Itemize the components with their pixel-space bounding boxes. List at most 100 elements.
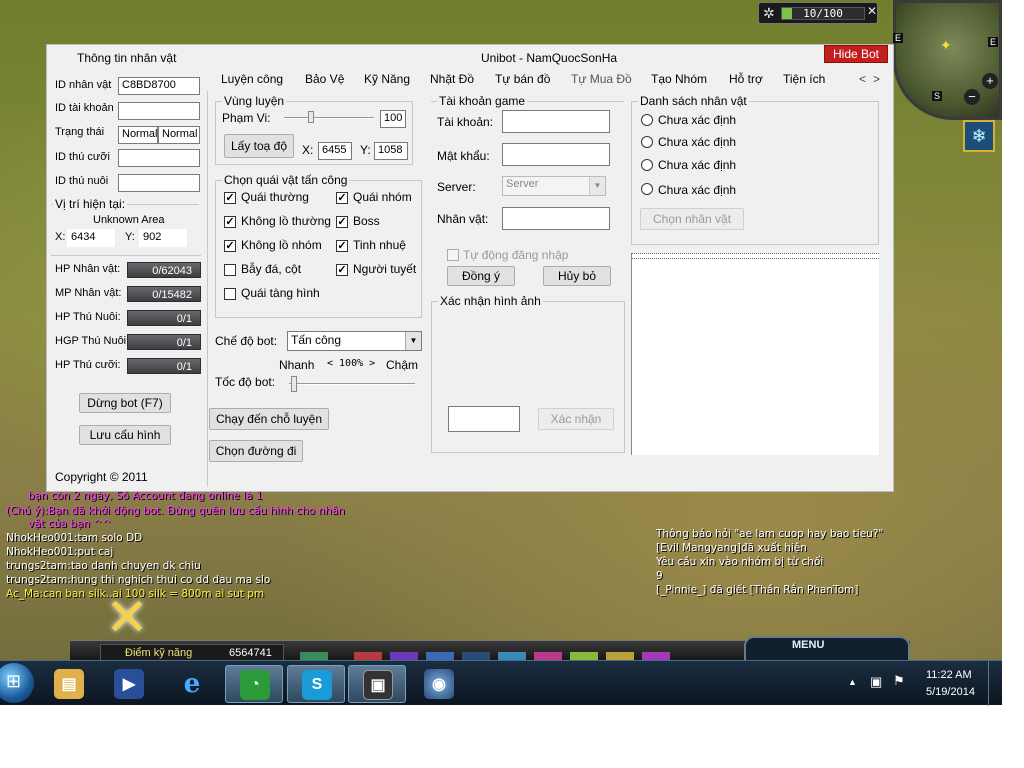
pos-y-field[interactable]: 902 [139,229,187,247]
monster-label[interactable]: Không lồ nhóm [241,238,322,252]
monster-checkbox[interactable]: ✓ [224,192,236,204]
char-item[interactable]: Chưa xác định [658,183,736,197]
game-taskbar-button[interactable]: ▣ [348,665,406,703]
bot-app-taskbar-button[interactable]: ◔ [225,665,283,703]
log-panel[interactable] [631,253,879,455]
pet-field[interactable] [118,174,200,192]
captcha-input[interactable] [448,406,520,432]
accept-button[interactable]: Đồng ý [447,266,515,286]
monster-checkbox[interactable] [224,264,236,276]
char-item[interactable]: Chưa xác định [658,113,736,127]
explorer-taskbar-button[interactable]: ▤ [40,665,98,703]
hud-hp-bar: 10/100 [781,7,865,20]
server-select[interactable]: Server ▼ [502,176,606,196]
tab-party[interactable]: Tạo Nhóm [651,72,707,86]
zoom-in-icon[interactable]: + [982,73,998,89]
select-path-button[interactable]: Chọn đường đi [209,440,303,462]
tab-auto-buy[interactable]: Tự Mua Đồ [571,72,632,86]
network-icon[interactable]: ▣ [870,674,882,690]
globe-taskbar-button[interactable]: ◉ [410,665,468,703]
select-char-button[interactable]: Chọn nhân vật [640,208,744,230]
skype-taskbar-button[interactable]: S [287,665,345,703]
character-input[interactable] [502,207,610,230]
captcha-confirm-button[interactable]: Xác nhận [538,408,614,430]
monster-checkbox[interactable]: ✓ [336,240,348,252]
char-radio[interactable] [641,159,653,171]
char-radio[interactable] [641,183,653,195]
pos-y-label: Y: [125,231,135,243]
tab-auto-sell[interactable]: Tự bán đồ [495,72,550,86]
monster-label[interactable]: Quái thường [241,190,309,204]
divider [51,255,201,256]
gear-icon[interactable]: ✲ [763,5,775,22]
monster-label[interactable]: Bẫy đá, cột [241,262,301,276]
hide-bot-button[interactable]: Hide Bot [824,45,888,63]
start-button[interactable]: ⊞ [0,663,34,703]
range-slider-thumb[interactable] [308,111,314,123]
username-input[interactable] [502,110,610,133]
skill-buff-icon[interactable]: ❄ [963,120,995,152]
tab-utilities[interactable]: Tiện ích [783,72,825,86]
flag-icon[interactable]: ⚑ [893,673,905,689]
cancel-button[interactable]: Hủy bỏ [543,266,611,286]
clock-date[interactable]: 5/19/2014 [926,686,975,698]
minimap[interactable]: E S E + − ✦ [893,0,1002,120]
tab-prev-icon[interactable]: < [859,72,866,86]
tab-training[interactable]: Luyện công [221,72,283,86]
speed-slider[interactable] [289,383,415,385]
range-slider[interactable] [284,117,374,119]
close-icon[interactable]: ✕ [867,4,877,18]
status-field-1[interactable]: Normal [118,126,158,144]
monster-label[interactable]: Không lồ thường [241,214,331,228]
zone-y-field[interactable]: 1058 [374,142,408,160]
monster-label[interactable]: Người tuyết [353,262,416,276]
stop-bot-button[interactable]: Dừng bot (F7) [79,393,171,413]
chevron-down-icon[interactable]: ▼ [405,332,421,350]
menu-panel[interactable]: MENU [744,636,910,662]
status-field-2[interactable]: Normal [158,126,200,144]
char-item[interactable]: Chưa xác định [658,135,736,149]
menu-label[interactable]: MENU [792,639,824,651]
save-config-button[interactable]: Lưu cấu hình [79,425,171,445]
tab-pickup[interactable]: Nhặt Đồ [430,72,474,86]
monster-label[interactable]: Tinh nhuệ [353,238,406,252]
monster-label[interactable]: Quái nhóm [353,190,412,204]
char-item[interactable]: Chưa xác định [658,158,736,172]
monster-label[interactable]: Quái tàng hình [241,286,320,300]
tab-skills[interactable]: Kỹ Năng [364,72,410,86]
tab-protect[interactable]: Bảo Vệ [305,72,344,86]
monster-checkbox[interactable]: ✓ [336,192,348,204]
tab-support[interactable]: Hỗ trợ [729,72,763,86]
clock-time[interactable]: 11:22 AM [926,669,972,681]
get-coords-button[interactable]: Lấy toạ độ [224,134,294,158]
ie-taskbar-button[interactable]: e [163,665,221,703]
zoom-out-icon[interactable]: − [964,89,980,105]
monster-label[interactable]: Boss [353,214,380,228]
monster-checkbox[interactable]: ✓ [336,264,348,276]
speed-slider-thumb[interactable] [291,376,297,392]
id-account-field[interactable] [118,102,200,120]
run-to-zone-button[interactable]: Chạy đến chỗ luyện [209,408,329,430]
monster-checkbox[interactable] [224,288,236,300]
range-field[interactable]: 100 [380,110,406,128]
char-radio[interactable] [641,136,653,148]
id-char-field[interactable]: C8BD8700 [118,77,200,95]
hud-counter: 10/100 [803,7,843,20]
char-radio[interactable] [641,114,653,126]
auto-login-checkbox[interactable] [447,249,459,261]
zone-x-field[interactable]: 6455 [318,142,352,160]
monster-checkbox[interactable]: ✓ [224,240,236,252]
tab-next-icon[interactable]: > [873,72,880,86]
show-desktop-button[interactable] [988,661,1002,706]
chevron-down-icon[interactable]: ▼ [589,177,605,195]
show-hidden-icons-icon[interactable]: ▲ [848,677,857,687]
mode-select[interactable]: Tấn công ▼ [287,331,422,351]
pos-x-field[interactable]: 6434 [67,229,115,247]
monster-checkbox[interactable]: ✓ [224,216,236,228]
monster-checkbox[interactable]: ✓ [336,216,348,228]
media-player-taskbar-button[interactable]: ▶ [100,665,158,703]
mount-field[interactable] [118,149,200,167]
password-input[interactable] [502,143,610,166]
chat-line: trungs2tam:tao danh chuyen dk chiu [6,560,201,572]
minimap-marker: S [932,91,943,101]
